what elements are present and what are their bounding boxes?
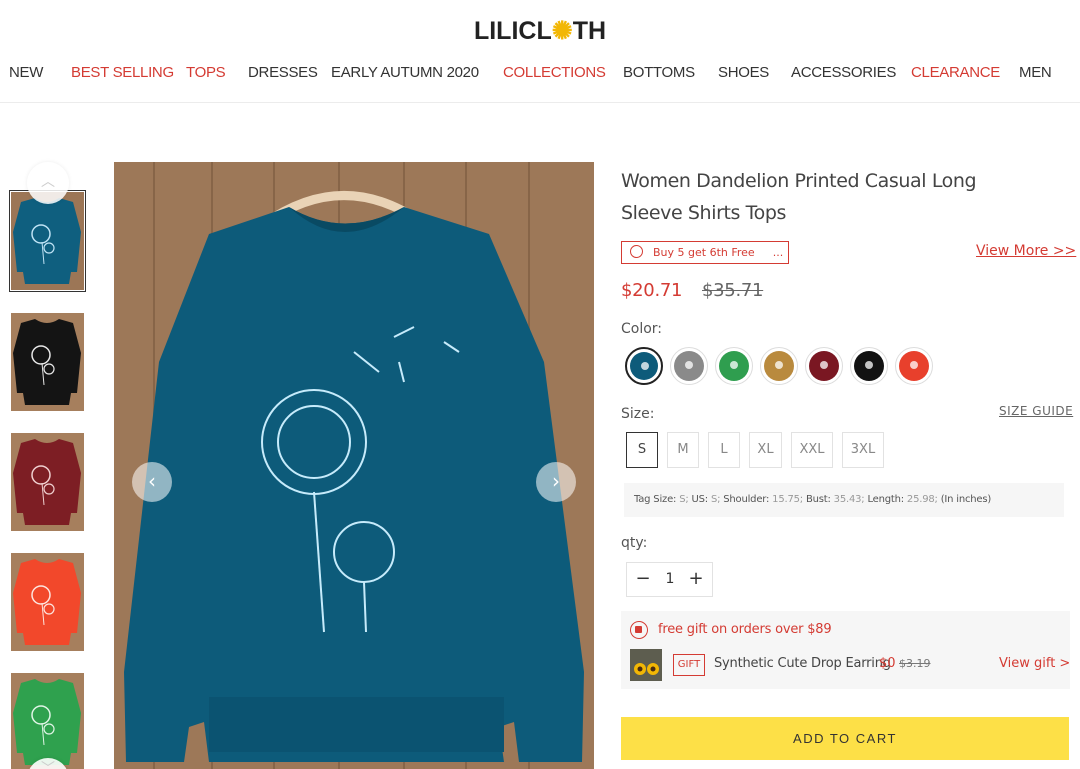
nav-item-tops[interactable]: TOPS bbox=[186, 64, 226, 81]
size-option-3xl[interactable]: 3XL bbox=[842, 432, 884, 468]
color-swatch-khaki[interactable] bbox=[760, 347, 798, 385]
thumbnail-image bbox=[11, 673, 84, 769]
sale-price: $20.71 bbox=[621, 280, 683, 301]
us-size-label: US: bbox=[691, 494, 709, 505]
size-guide-link[interactable]: SIZE GUIDE bbox=[999, 404, 1073, 418]
nav-item-shoes[interactable]: SHOES bbox=[718, 64, 769, 81]
size-option-l[interactable]: L bbox=[708, 432, 740, 468]
product-photo bbox=[114, 162, 594, 769]
thumbnail-scroll-up-icon[interactable]: ︿ bbox=[27, 162, 69, 204]
swatch-fill bbox=[899, 351, 929, 381]
color-swatch-red[interactable] bbox=[895, 347, 933, 385]
qty-increase-button[interactable]: + bbox=[682, 563, 710, 596]
main-nav: NEW BEST SELLING TOPS DRESSES EARLY AUTU… bbox=[0, 64, 1080, 86]
thumbnail-blue[interactable] bbox=[9, 190, 86, 292]
next-image-icon[interactable]: › bbox=[536, 462, 576, 502]
nav-item-dresses[interactable]: DRESSES bbox=[248, 64, 318, 81]
nav-item-collections[interactable]: COLLECTIONS bbox=[503, 64, 606, 81]
gift-original-price: $3.19 bbox=[899, 657, 931, 670]
gift-badge: GIFT bbox=[673, 654, 705, 676]
color-label: Color: bbox=[621, 321, 663, 337]
gift-earring-image bbox=[630, 649, 662, 681]
thumbnail-green[interactable] bbox=[11, 673, 84, 769]
nav-item-clearance[interactable]: CLEARANCE bbox=[911, 64, 1000, 81]
size-option-xxl[interactable]: XXL bbox=[791, 432, 833, 468]
nav-item-accessories[interactable]: ACCESSORIES bbox=[791, 64, 896, 81]
size-measurements: Tag Size: S; US: S; Shoulder: 15.75; Bus… bbox=[624, 483, 1064, 517]
quantity-stepper: − 1 + bbox=[626, 562, 713, 597]
bust-value: 35.43; bbox=[833, 494, 865, 505]
view-more-link[interactable]: View More >> bbox=[976, 243, 1076, 259]
thumbnail-image bbox=[11, 192, 84, 290]
us-size-value: S; bbox=[710, 494, 721, 505]
shoulder-value: 15.75; bbox=[772, 494, 803, 505]
logo-text-left: LILICL bbox=[473, 17, 552, 45]
thumbnail-black[interactable] bbox=[11, 313, 84, 411]
color-swatch-grey[interactable] bbox=[670, 347, 708, 385]
free-gift-panel: free gift on orders over $89 GIFT Synthe… bbox=[621, 611, 1070, 689]
product-title: Women Dandelion Printed Casual Long Slee… bbox=[621, 170, 977, 224]
size-option-m[interactable]: M bbox=[667, 432, 699, 468]
swatch-fill bbox=[809, 351, 839, 381]
swatch-fill bbox=[764, 351, 794, 381]
swatch-fill bbox=[630, 352, 658, 380]
gift-threshold-text: free gift on orders over $89 bbox=[658, 622, 832, 637]
length-value: 25.98; bbox=[906, 494, 938, 505]
color-swatch-wine[interactable] bbox=[805, 347, 843, 385]
logo-text-right: TH bbox=[572, 17, 607, 45]
thumbnail-image bbox=[11, 433, 84, 531]
promo-badge[interactable]: Buy 5 get 6th Free... bbox=[621, 241, 789, 264]
shoulder-label: Shoulder: bbox=[723, 494, 770, 505]
color-swatch-blue[interactable] bbox=[625, 347, 663, 385]
bust-label: Bust: bbox=[805, 494, 831, 505]
nav-item-new[interactable]: NEW bbox=[9, 64, 43, 81]
thumbnail-image bbox=[11, 553, 84, 651]
nav-item-early-autumn[interactable]: EARLY AUTUMN 2020 bbox=[331, 64, 479, 81]
size-label: Size: bbox=[621, 406, 655, 422]
qty-decrease-button[interactable]: − bbox=[629, 563, 657, 596]
sunflower-icon: ✺ bbox=[551, 17, 573, 45]
main-product-image bbox=[114, 162, 594, 769]
gift-icon bbox=[630, 621, 648, 639]
nav-item-men[interactable]: MEN bbox=[1019, 64, 1052, 81]
tag-size-value: S; bbox=[679, 494, 689, 505]
qty-value[interactable]: 1 bbox=[657, 563, 683, 596]
promo-text: Buy 5 get 6th Free bbox=[653, 246, 755, 259]
swatch-fill bbox=[854, 351, 884, 381]
color-swatch-green[interactable] bbox=[715, 347, 753, 385]
add-to-cart-button[interactable]: ADD TO CART bbox=[621, 717, 1069, 760]
size-option-xl[interactable]: XL bbox=[749, 432, 782, 468]
length-label: Length: bbox=[867, 494, 904, 505]
nav-item-bottoms[interactable]: BOTTOMS bbox=[623, 64, 695, 81]
gift-product-name[interactable]: Synthetic Cute Drop Earring bbox=[714, 656, 891, 671]
swatch-fill bbox=[719, 351, 749, 381]
thumbnail-image bbox=[11, 313, 84, 411]
swatch-fill bbox=[674, 351, 704, 381]
size-option-s[interactable]: S bbox=[626, 432, 658, 468]
nav-divider bbox=[0, 102, 1080, 103]
prev-image-icon[interactable]: ‹ bbox=[132, 462, 172, 502]
thumbnail-red[interactable] bbox=[11, 553, 84, 651]
color-swatch-black[interactable] bbox=[850, 347, 888, 385]
original-price: $35.71 bbox=[702, 280, 764, 301]
promo-more: ... bbox=[772, 246, 784, 259]
thumbnail-wine[interactable] bbox=[11, 433, 84, 531]
unit-note: (In inches) bbox=[940, 494, 992, 505]
tag-size-label: Tag Size: bbox=[634, 494, 677, 505]
alarm-clock-icon bbox=[630, 245, 643, 258]
site-logo[interactable]: LILICL✺TH bbox=[0, 16, 1080, 46]
qty-label: qty: bbox=[621, 535, 648, 551]
nav-item-best-selling[interactable]: BEST SELLING bbox=[71, 64, 174, 81]
gift-price: $0 bbox=[879, 656, 896, 671]
sunflower-earring-picture bbox=[630, 649, 662, 681]
view-gift-link[interactable]: View gift > bbox=[999, 656, 1070, 671]
